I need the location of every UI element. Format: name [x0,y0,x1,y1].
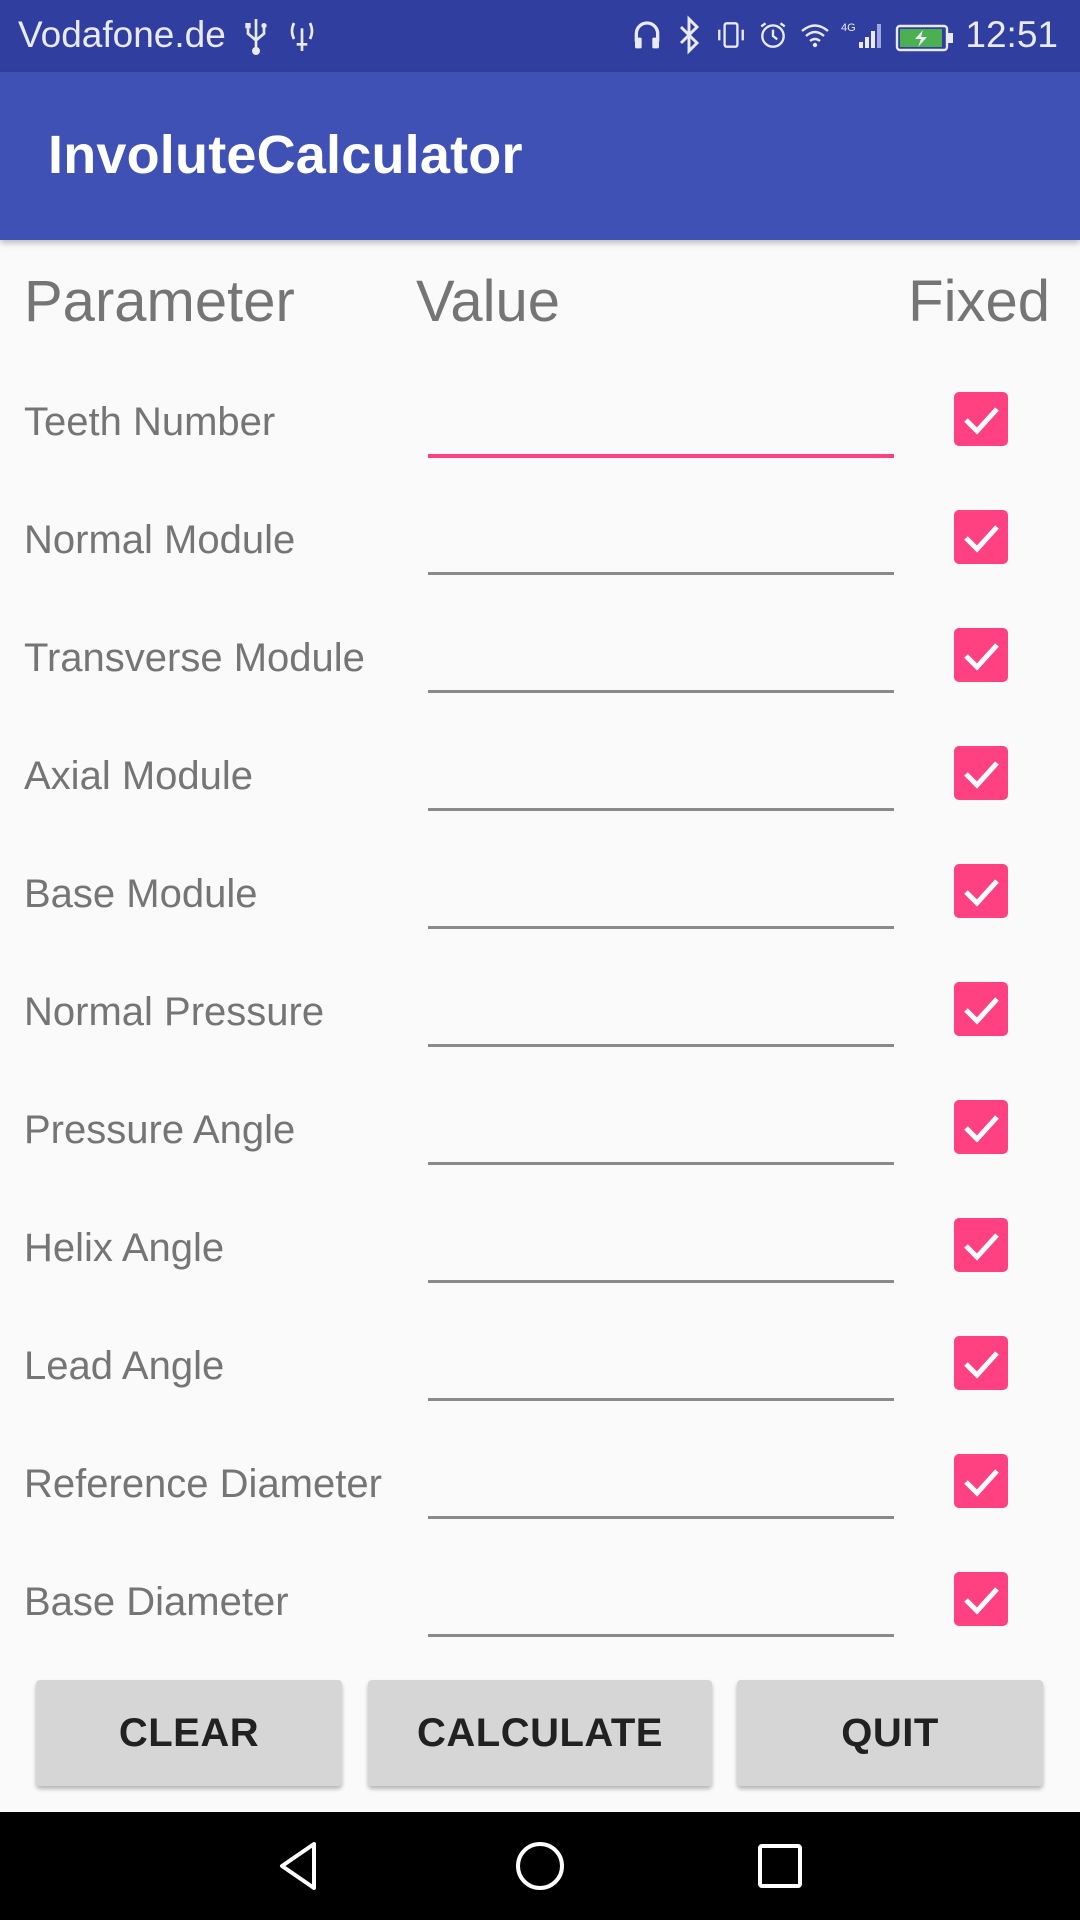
header-fixed: Fixed [908,269,1050,334]
parameter-row-teeth-number: Teeth Number [0,360,1080,478]
network-label: 4G [841,22,856,34]
lead-angle-input[interactable] [428,1334,894,1401]
clock: 12:51 [965,14,1058,55]
transverse-module-input[interactable] [428,626,894,693]
table-header: Parameter Value Fixed [0,268,1080,338]
header-value: Value [416,269,561,334]
checkmark-icon [964,1233,999,1261]
status-left: Vodafone.de [18,14,318,56]
parameter-label: Teeth Number [24,400,276,444]
vibrate-icon [715,15,747,55]
fixed-checkbox[interactable] [954,1100,1008,1154]
base-module-input[interactable] [428,862,894,929]
fixed-checkbox[interactable] [954,628,1008,682]
home-icon[interactable] [510,1836,570,1896]
parameter-row-lead-angle: Lead Angle [0,1304,1080,1422]
base-diameter-input[interactable] [428,1570,894,1637]
carrier-label: Vodafone.de [18,14,226,55]
header-parameter: Parameter [24,269,295,334]
usb-icon [240,15,272,55]
fixed-checkbox[interactable] [954,1572,1008,1626]
navigation-bar [0,1812,1080,1920]
status-bar: Vodafone.de 4G 12:51 [0,0,1080,72]
parameter-list: Teeth Number Normal Module Transverse Mo… [0,360,1080,1658]
parameter-label: Lead Angle [24,1344,225,1388]
reference-diameter-input[interactable] [428,1452,894,1519]
parameter-row-normal-pressure: Normal Pressure [0,950,1080,1068]
checkmark-icon [964,1115,999,1143]
fixed-checkbox[interactable] [954,1218,1008,1272]
parameter-label: Axial Module [24,754,254,798]
headset-icon [631,15,663,55]
app-bar: InvoluteCalculator [0,72,1080,240]
checkmark-icon [964,407,999,435]
checkmark-icon [964,879,999,907]
normal-pressure-input[interactable] [428,980,894,1047]
battery-charging-icon [895,20,955,52]
back-icon[interactable] [270,1836,330,1896]
fixed-checkbox[interactable] [954,982,1008,1036]
parameter-label: Base Module [24,872,258,916]
parameter-label: Base Diameter [24,1580,289,1624]
bluetooth-icon [673,15,705,55]
normal-module-input[interactable] [428,508,894,575]
parameter-label: Helix Angle [24,1226,225,1270]
fixed-checkbox[interactable] [954,510,1008,564]
helix-angle-input[interactable] [428,1216,894,1283]
checkmark-icon [964,525,999,553]
alarm-icon [757,15,789,55]
parameter-row-normal-module: Normal Module [0,478,1080,596]
calculate-button[interactable]: CALCULATE [368,1680,712,1786]
checkmark-icon [964,1469,999,1497]
checkmark-icon [964,761,999,789]
screen: Vodafone.de 4G 12:51 InvoluteCalculator … [0,0,1080,1920]
wifi-icon [799,15,831,55]
checkmark-icon [964,643,999,671]
pressure-angle-input[interactable] [428,1098,894,1165]
checkmark-icon [964,1351,999,1379]
fixed-checkbox[interactable] [954,746,1008,800]
parameter-row-helix-angle: Helix Angle [0,1186,1080,1304]
parameter-label: Transverse Module [24,636,365,680]
parameter-label: Reference Diameter [24,1462,382,1506]
app-title: InvoluteCalculator [48,125,523,185]
parameter-label: Normal Module [24,518,296,562]
teeth-number-input[interactable] [428,390,894,458]
recents-icon[interactable] [750,1836,810,1896]
parameter-label: Normal Pressure [24,990,325,1034]
fixed-checkbox[interactable] [954,1454,1008,1508]
parameter-row-pressure-angle: Pressure Angle [0,1068,1080,1186]
parameter-label: Pressure Angle [24,1108,296,1152]
fixed-checkbox[interactable] [954,392,1008,446]
signal-icon: 4G [841,15,885,55]
parameter-row-transverse-module: Transverse Module [0,596,1080,714]
status-right: 4G 12:51 [631,14,1058,56]
clear-button[interactable]: CLEAR [36,1680,342,1786]
parameter-row-reference-diameter: Reference Diameter [0,1422,1080,1540]
fixed-checkbox[interactable] [954,864,1008,918]
parameter-row-base-module: Base Module [0,832,1080,950]
parameter-row-base-diameter: Base Diameter [0,1540,1080,1658]
checkmark-icon [964,1587,999,1615]
fixed-checkbox[interactable] [954,1336,1008,1390]
wifi-ap-icon [286,15,318,55]
quit-button[interactable]: QUIT [737,1680,1043,1786]
axial-module-input[interactable] [428,744,894,811]
checkmark-icon [964,997,999,1025]
parameter-row-axial-module: Axial Module [0,714,1080,832]
